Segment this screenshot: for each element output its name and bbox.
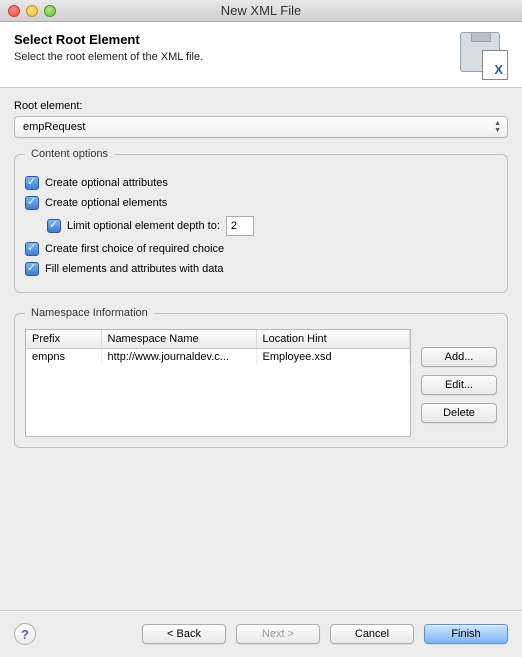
cell-prefix: empns: [26, 348, 101, 365]
content-options-group: Content options Create optional attribut…: [14, 148, 508, 293]
page-subtitle: Select the root element of the XML file.: [14, 51, 203, 63]
create-first-choice-checkbox[interactable]: [25, 242, 39, 256]
edit-button[interactable]: Edit...: [421, 375, 497, 395]
cell-namespace-name: http://www.journaldev.c...: [101, 348, 256, 365]
cancel-button[interactable]: Cancel: [330, 624, 414, 644]
chevron-up-down-icon: ▲▼: [494, 120, 501, 134]
content-options-legend: Content options: [25, 148, 114, 160]
namespace-info-legend: Namespace Information: [25, 307, 154, 319]
root-element-value: empRequest: [23, 121, 85, 133]
next-button[interactable]: Next >: [236, 624, 320, 644]
add-button[interactable]: Add...: [421, 347, 497, 367]
help-button[interactable]: ?: [14, 623, 36, 645]
col-location-hint[interactable]: Location Hint: [256, 330, 410, 348]
fill-data-label: Fill elements and attributes with data: [45, 263, 224, 275]
create-optional-elements-checkbox[interactable]: [25, 196, 39, 210]
back-button[interactable]: < Back: [142, 624, 226, 644]
titlebar: New XML File: [0, 0, 522, 22]
cell-location-hint: Employee.xsd: [256, 348, 410, 365]
namespace-info-group: Namespace Information Prefix Namespace N…: [14, 307, 508, 448]
create-optional-elements-label: Create optional elements: [45, 197, 167, 209]
create-optional-attributes-checkbox[interactable]: [25, 176, 39, 190]
namespace-table[interactable]: Prefix Namespace Name Location Hint empn…: [25, 329, 411, 437]
limit-depth-label: Limit optional element depth to:: [67, 220, 220, 232]
finish-button[interactable]: Finish: [424, 624, 508, 644]
col-prefix[interactable]: Prefix: [26, 330, 101, 348]
limit-depth-input[interactable]: [226, 216, 254, 236]
table-row[interactable]: empns http://www.journaldev.c... Employe…: [26, 348, 410, 365]
create-optional-attributes-label: Create optional attributes: [45, 177, 168, 189]
fill-data-checkbox[interactable]: [25, 262, 39, 276]
xml-file-icon: [460, 32, 508, 80]
root-element-label: Root element:: [14, 100, 508, 112]
wizard-header: Select Root Element Select the root elem…: [0, 22, 522, 88]
page-title: Select Root Element: [14, 32, 203, 47]
limit-depth-checkbox[interactable]: [47, 219, 61, 233]
create-first-choice-label: Create first choice of required choice: [45, 243, 224, 255]
delete-button[interactable]: Delete: [421, 403, 497, 423]
window-title: New XML File: [0, 3, 522, 18]
root-element-dropdown[interactable]: empRequest ▲▼: [14, 116, 508, 138]
col-namespace-name[interactable]: Namespace Name: [101, 330, 256, 348]
